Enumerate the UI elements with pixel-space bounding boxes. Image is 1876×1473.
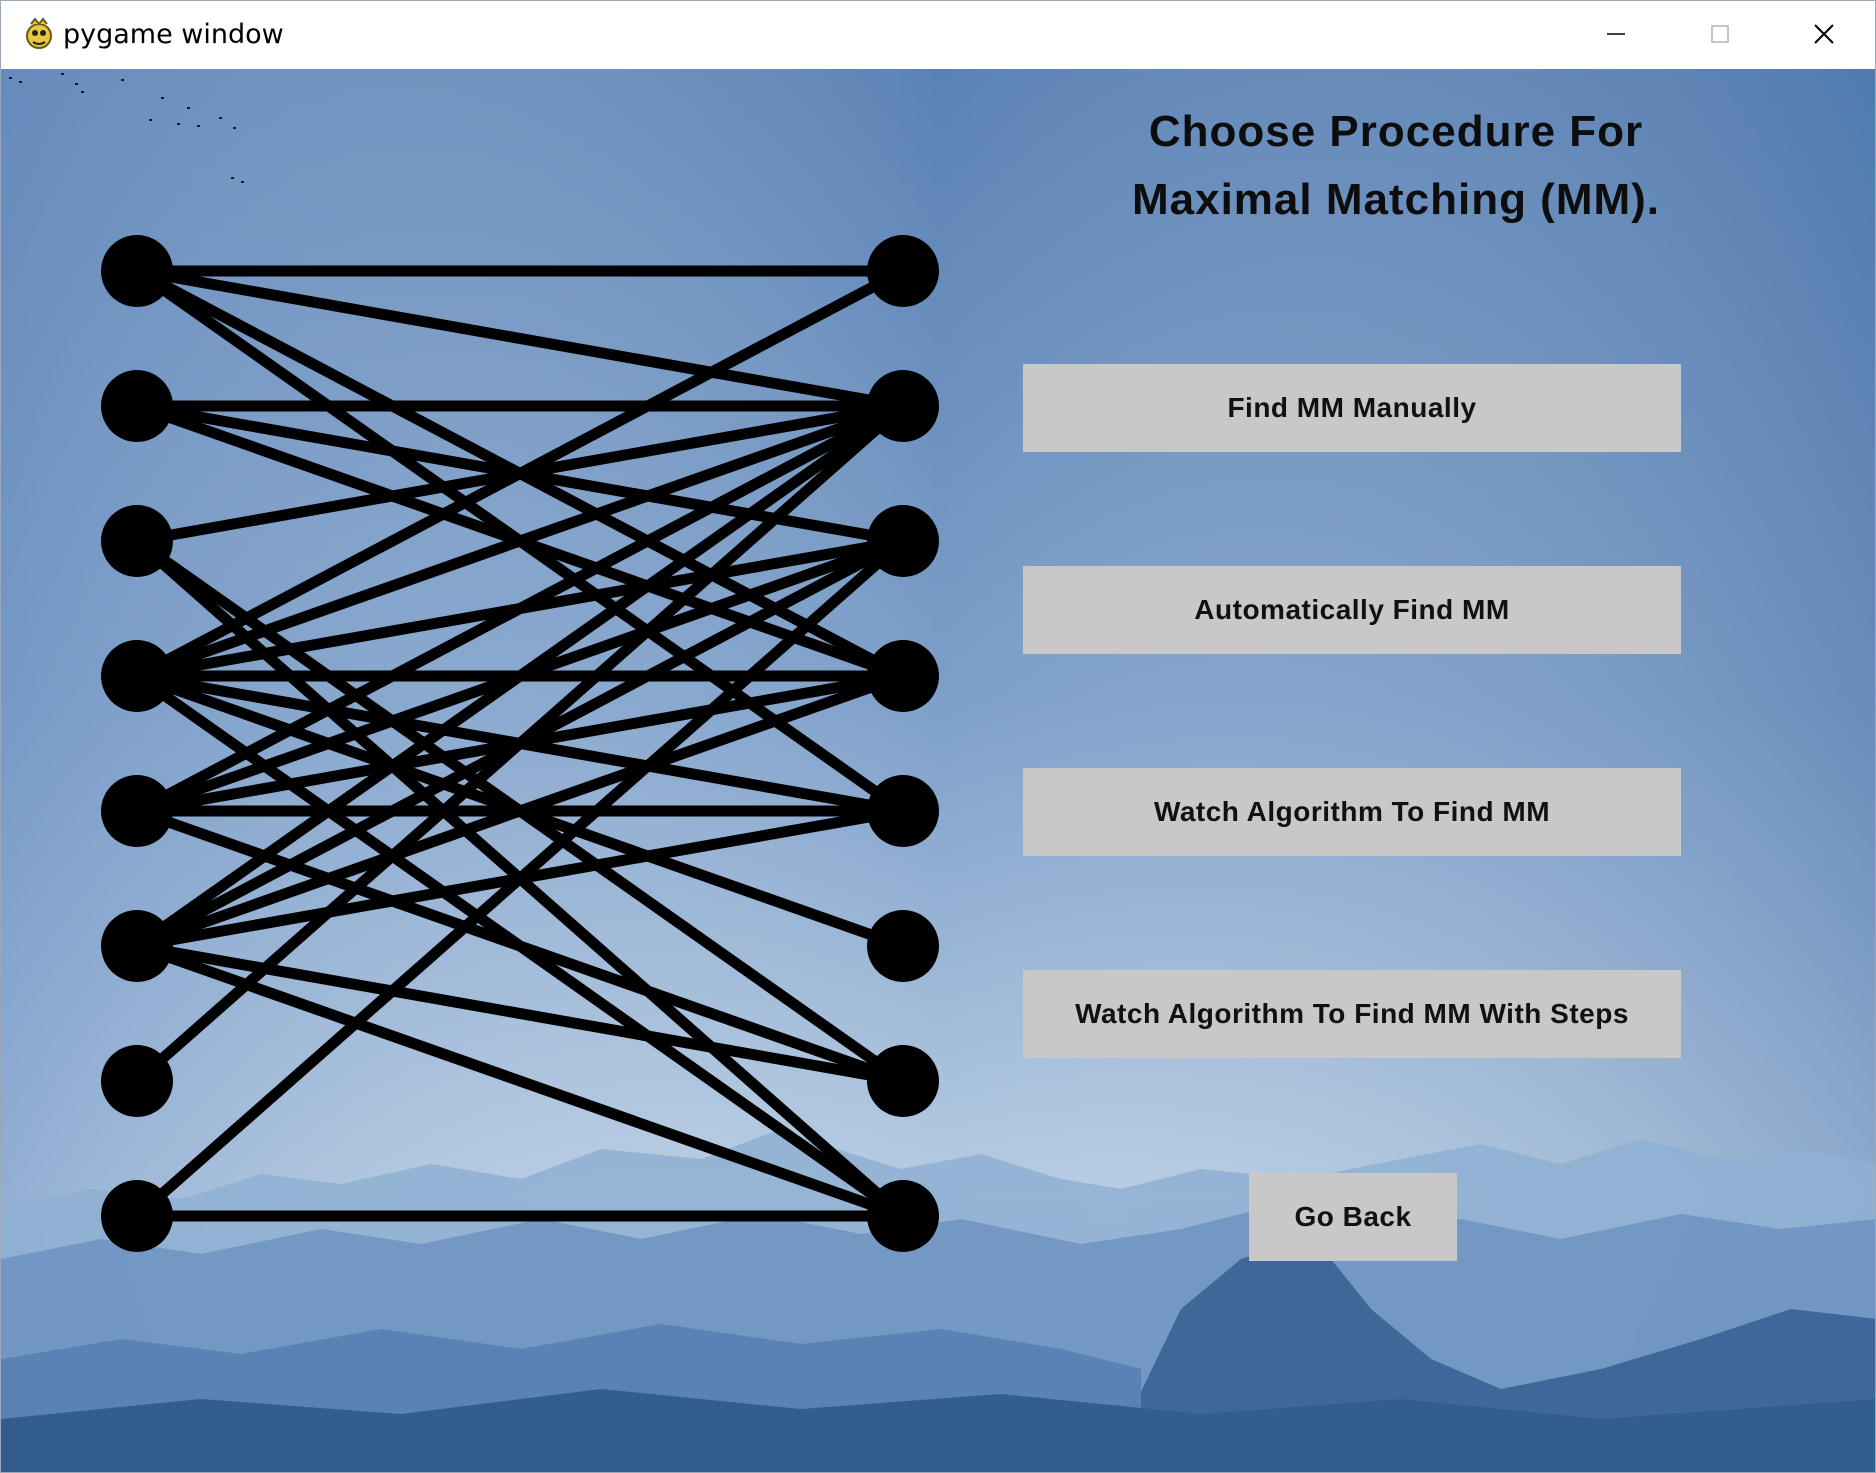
right-vertex-7[interactable]	[867, 1045, 939, 1117]
find-mm-manually-button[interactable]: Find MM Manually	[1023, 364, 1681, 452]
left-vertex-6[interactable]	[101, 910, 173, 982]
right-vertex-5[interactable]	[867, 775, 939, 847]
minimize-icon	[1607, 33, 1625, 35]
left-vertex-8[interactable]	[101, 1180, 173, 1252]
left-vertex-1[interactable]	[101, 235, 173, 307]
game-canvas: Choose Procedure For Maximal Matching (M…	[1, 69, 1875, 1472]
maximize-button[interactable]	[1668, 1, 1772, 67]
left-vertex-4[interactable]	[101, 640, 173, 712]
page-title-line-1: Choose Procedure For	[1148, 107, 1644, 156]
title-bar[interactable]: pygame window	[1, 1, 1875, 69]
left-vertex-5[interactable]	[101, 775, 173, 847]
right-vertex-4[interactable]	[867, 640, 939, 712]
left-vertex-2[interactable]	[101, 370, 173, 442]
window-title: pygame window	[63, 19, 284, 50]
automatically-find-mm-button[interactable]: Automatically Find MM	[1023, 566, 1681, 654]
watch-algorithm-steps-button[interactable]: Watch Algorithm To Find MM With Steps	[1023, 970, 1681, 1058]
right-vertex-8[interactable]	[867, 1180, 939, 1252]
right-vertex-1[interactable]	[867, 235, 939, 307]
close-button[interactable]	[1772, 1, 1875, 67]
left-vertex-3[interactable]	[101, 505, 173, 577]
graph-edge-l6-r7	[136, 940, 904, 1087]
right-vertex-3[interactable]	[867, 505, 939, 577]
pygame-window: pygame window Choose Procedure For Maxim…	[0, 0, 1876, 1473]
graph-edge-l5-r7	[135, 805, 905, 1087]
graph-edge-l1-r2	[136, 265, 904, 412]
minimize-button[interactable]	[1564, 1, 1668, 67]
pygame-snake-icon	[26, 17, 52, 49]
maximize-icon	[1711, 25, 1729, 43]
close-icon	[1814, 24, 1834, 44]
right-vertex-2[interactable]	[867, 370, 939, 442]
page-title-line-2: Maximal Matching (MM).	[1131, 175, 1661, 224]
left-vertex-7[interactable]	[101, 1045, 173, 1117]
right-vertex-6[interactable]	[867, 910, 939, 982]
graph-edge-l7-r2	[133, 401, 907, 1086]
go-back-button[interactable]: Go Back	[1249, 1173, 1457, 1261]
watch-algorithm-button[interactable]: Watch Algorithm To Find MM	[1023, 768, 1681, 856]
